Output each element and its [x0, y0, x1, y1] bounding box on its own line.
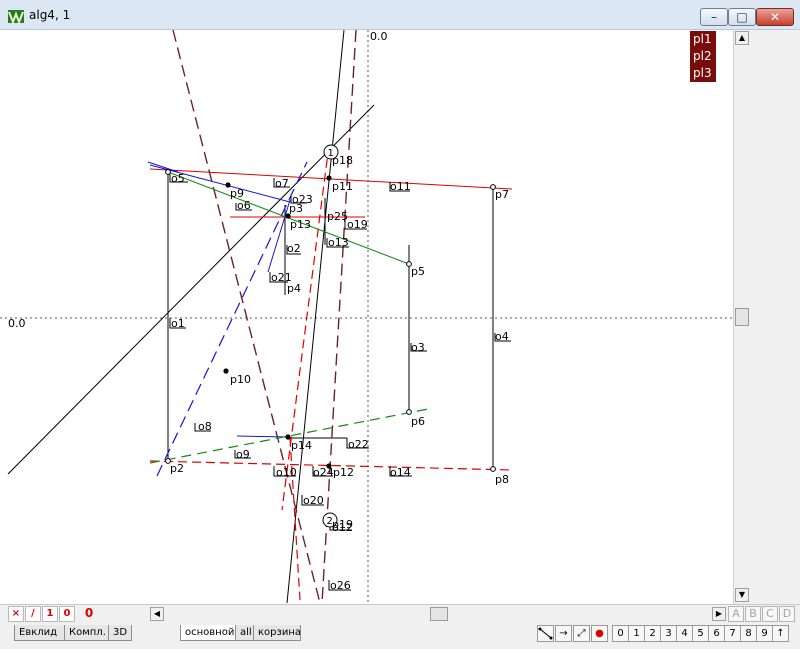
label-p2: p2	[170, 462, 184, 475]
digit-button-3[interactable]: 3	[660, 625, 677, 642]
segment-tool-icon[interactable]	[537, 625, 554, 642]
digit-button-5[interactable]: 5	[692, 625, 709, 642]
arrow-right-icon[interactable]: →	[555, 625, 572, 642]
digit-button-4[interactable]: 4	[676, 625, 693, 642]
scroll-up-button[interactable]: ▲	[735, 31, 749, 45]
blue-segment-o21[interactable]	[267, 199, 291, 273]
label-o7: o7	[275, 177, 289, 190]
label-o14: o14	[390, 466, 411, 479]
digit-button-7[interactable]: 7	[724, 625, 741, 642]
label-o10: o10	[276, 466, 297, 479]
line-mode-icon[interactable]: ∕	[25, 606, 41, 622]
minimize-button[interactable]: –	[700, 8, 728, 26]
label-o8: o8	[198, 420, 212, 433]
label-o23: o23	[292, 193, 313, 206]
digit-button-2[interactable]: 2	[644, 625, 661, 642]
point-p10[interactable]	[223, 368, 229, 374]
plane-item-pl2[interactable]: pl2	[690, 48, 716, 65]
letter-a-button[interactable]: A	[728, 606, 744, 622]
close-button[interactable]: ✕	[756, 8, 794, 26]
label-p12: p12	[333, 466, 354, 479]
label-o24: o24	[313, 466, 334, 479]
tab-evklid[interactable]: Евклид	[14, 625, 66, 641]
vertical-axis-origin-label: 0.0	[370, 30, 388, 43]
label-o13: o13	[328, 236, 349, 249]
digit-button-6[interactable]: 6	[708, 625, 725, 642]
label-p8: p8	[495, 473, 509, 486]
tab-all[interactable]: all	[235, 625, 255, 641]
label-o2: o2	[287, 242, 301, 255]
label-o26: o26	[330, 579, 351, 592]
letter-c-button[interactable]: C	[762, 606, 778, 622]
label-o19: o19	[347, 218, 368, 231]
window-title: alg4, 1	[29, 8, 71, 22]
point-p8[interactable]	[490, 466, 496, 472]
clear-mode-icon[interactable]: ×	[8, 606, 24, 622]
diagonal-arrow-icon[interactable]: ⤢	[573, 625, 590, 642]
point-p14[interactable]	[285, 434, 291, 440]
geometry-app-icon	[8, 10, 24, 24]
scroll-right-button[interactable]: ▶	[712, 607, 726, 621]
vertical-scroll-thumb[interactable]	[735, 308, 749, 326]
label-p10: p10	[230, 373, 251, 386]
label-o11: o11	[390, 180, 411, 193]
label-p25: p25	[327, 210, 348, 223]
tab-osnovnoy[interactable]: основной	[180, 625, 236, 641]
label-p5: p5	[411, 265, 425, 278]
horizontal-scrollbar[interactable]: ◀ ▶	[150, 606, 726, 622]
label-o22: o22	[348, 438, 369, 451]
digit-button-8[interactable]: 8	[740, 625, 757, 642]
horizontal-axis-origin-label: 0.0	[8, 317, 26, 330]
point-o5[interactable]	[165, 169, 171, 175]
record-dot-icon[interactable]: ●	[591, 625, 608, 642]
digit-button-9[interactable]: 9	[756, 625, 773, 642]
label-p18: p18	[332, 154, 353, 167]
point-p11[interactable]	[326, 175, 332, 181]
diagonal-line[interactable]	[7, 104, 375, 475]
horizontal-scroll-thumb[interactable]	[430, 607, 448, 621]
label-o9: o9	[236, 448, 250, 461]
drawing-canvas[interactable]: 0.0 0.0 1 2 p18 p11 o11 p7 o5 p9 o7 o6 p…	[0, 30, 732, 603]
up-arrow-button[interactable]: ↑	[772, 625, 789, 642]
label-p7: p7	[495, 188, 509, 201]
label-p13: p13	[290, 218, 311, 231]
label-o4: o4	[495, 330, 509, 343]
label-o12: o12	[332, 521, 353, 534]
label-o5: o5	[171, 172, 185, 185]
label-o20: o20	[303, 494, 324, 507]
plane-list: pl1 pl2 pl3	[690, 31, 716, 82]
label-p11: p11	[332, 180, 353, 193]
tab-3d[interactable]: 3D	[108, 625, 132, 641]
tab-kompl[interactable]: Компл.	[64, 625, 110, 641]
title-bar: alg4, 1 – □ ✕	[0, 0, 800, 30]
point-p6[interactable]	[406, 409, 412, 415]
one-mode-icon[interactable]: 1	[42, 606, 58, 622]
label-o3: o3	[411, 341, 425, 354]
zero-mode-icon[interactable]: 0	[59, 606, 75, 622]
mode-value: 0	[84, 606, 94, 620]
scroll-left-button[interactable]: ◀	[150, 607, 164, 621]
plane-item-pl1[interactable]: pl1	[690, 31, 716, 48]
tab-korzina[interactable]: корзина	[253, 625, 301, 641]
scroll-down-button[interactable]: ▼	[735, 588, 749, 602]
construction-drawing: 0.0 0.0 1 2 p18 p11 o11 p7 o5 p9 o7 o6 p…	[0, 30, 732, 603]
maximize-button[interactable]: □	[728, 8, 756, 26]
bottom-bar: × ∕ 1 0 0 ◀ ▶ A B C D Евклид Компл. 3D о…	[0, 604, 800, 649]
label-o6: o6	[237, 199, 251, 212]
digit-button-0[interactable]: 0	[612, 625, 629, 642]
digit-button-1[interactable]: 1	[628, 625, 645, 642]
label-p4: p4	[287, 282, 301, 295]
vertical-scrollbar[interactable]: ▲ ▼	[733, 30, 750, 604]
label-o1: o1	[171, 317, 185, 330]
brown-dashed-line-a[interactable]	[172, 30, 321, 603]
label-p14: p14	[291, 439, 312, 452]
letter-b-button[interactable]: B	[745, 606, 761, 622]
blue-segment-o5[interactable]	[147, 161, 179, 173]
side-panel	[750, 30, 800, 604]
letter-d-button[interactable]: D	[779, 606, 795, 622]
label-p6: p6	[411, 415, 425, 428]
plane-item-pl3[interactable]: pl3	[690, 65, 716, 82]
